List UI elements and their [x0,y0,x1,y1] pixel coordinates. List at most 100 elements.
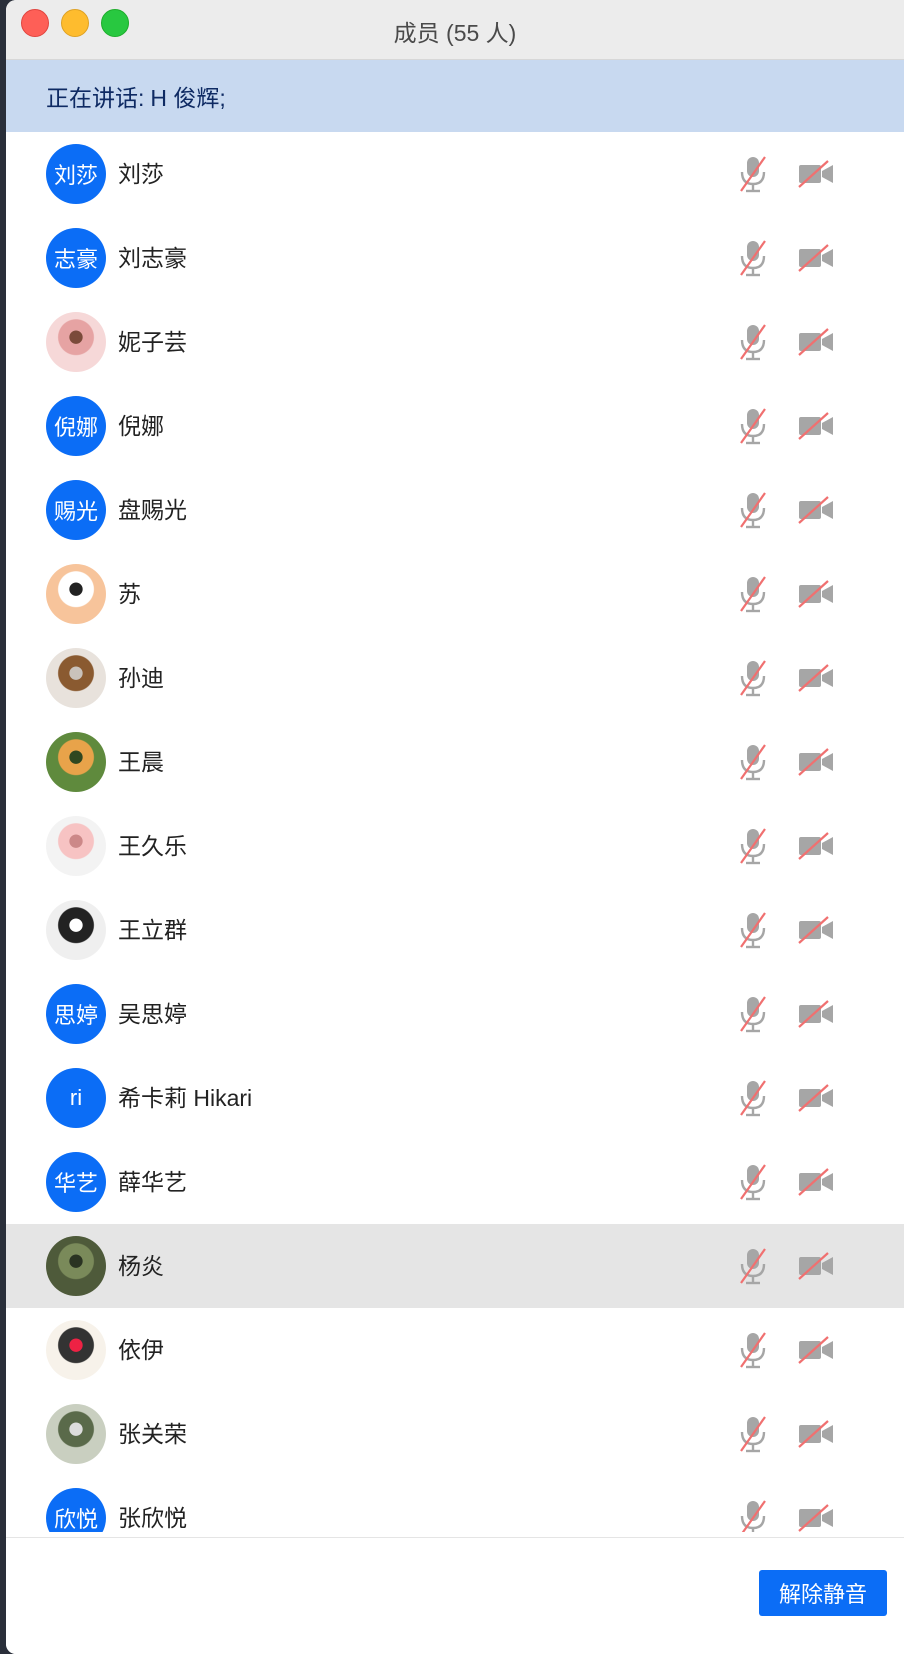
avatar-initials: ri [69,1085,83,1110]
camera-off-icon[interactable] [798,832,834,860]
member-row[interactable]: 华艺 薛华艺 [6,1140,904,1224]
avatar-initials: 华艺 [53,1171,98,1196]
member-row[interactable]: 张关荣 [6,1392,904,1476]
mic-muted-icon[interactable] [738,658,768,698]
camera-off-icon[interactable] [798,160,834,188]
camera-off-icon[interactable] [798,1336,834,1364]
member-row[interactable]: 思婷 吴思婷 [6,972,904,1056]
member-row[interactable]: 王久乐 [6,804,904,888]
member-row[interactable]: 杨炎 [6,1224,904,1308]
mic-muted-icon[interactable] [738,154,768,194]
camera-off-icon[interactable] [798,1420,834,1448]
footer-bar: 解除静音 [6,1537,904,1654]
member-name: 杨炎 [118,1253,164,1279]
mic-muted-icon[interactable] [738,994,768,1034]
mic-muted-icon[interactable] [738,1078,768,1118]
member-name: 薛华艺 [118,1169,187,1195]
avatar-initials: 倪娜 [53,415,98,440]
avatar [46,564,106,624]
member-name: 张关荣 [118,1421,187,1447]
avatar: 志豪 [46,228,106,288]
member-name: 依伊 [118,1337,164,1363]
mic-muted-icon[interactable] [738,1162,768,1202]
member-row[interactable]: 王立群 [6,888,904,972]
mic-muted-icon[interactable] [738,742,768,782]
member-name: 王晨 [118,749,164,775]
mic-muted-icon[interactable] [738,490,768,530]
avatar: 赐光 [46,480,106,540]
avatar [46,1236,106,1296]
member-name: 王久乐 [118,833,187,859]
member-name: 倪娜 [118,413,164,439]
title-bar: 成员 (55 人) [6,0,904,60]
member-row[interactable]: 妮子芸 [6,300,904,384]
member-row[interactable]: 赐光 盘赐光 [6,468,904,552]
member-row[interactable]: 倪娜 倪娜 [6,384,904,468]
window-title: 成员 (55 人) [393,20,517,46]
member-row[interactable]: 欣悦 张欣悦 [6,1476,904,1532]
member-name: 孙迪 [118,665,164,691]
mic-muted-icon[interactable] [738,826,768,866]
avatar-initials: 赐光 [53,499,98,524]
mic-muted-icon[interactable] [738,574,768,614]
avatar [46,1404,106,1464]
mic-muted-icon[interactable] [738,406,768,446]
avatar: 华艺 [46,1152,106,1212]
member-name: 吴思婷 [118,1001,187,1027]
member-name: 盘赐光 [118,497,187,523]
avatar: 思婷 [46,984,106,1044]
members-window: 成员 (55 人) 正在讲话: H 俊辉; 刘莎 刘莎 志豪 刘志豪 妮子芸 倪… [6,0,904,1654]
avatar: ri [46,1068,106,1128]
member-row[interactable]: 志豪 刘志豪 [6,216,904,300]
avatar [46,312,106,372]
camera-off-icon[interactable] [798,748,834,776]
member-name: 妮子芸 [118,329,187,355]
camera-off-icon[interactable] [798,244,834,272]
avatar: 刘莎 [46,144,106,204]
mic-muted-icon[interactable] [738,1498,768,1532]
member-row[interactable]: ri 希卡莉 Hikari [6,1056,904,1140]
member-row[interactable]: 王晨 [6,720,904,804]
avatar [46,1320,106,1380]
avatar [46,816,106,876]
member-row[interactable]: 依伊 [6,1308,904,1392]
avatar [46,900,106,960]
member-name: 刘莎 [118,161,164,187]
avatar: 欣悦 [46,1488,106,1532]
mic-muted-icon[interactable] [738,322,768,362]
mic-muted-icon[interactable] [738,1246,768,1286]
member-name: 王立群 [118,917,187,943]
member-row[interactable]: 苏 [6,552,904,636]
member-name: 张欣悦 [118,1505,187,1531]
camera-off-icon[interactable] [798,412,834,440]
avatar: 倪娜 [46,396,106,456]
member-name: 刘志豪 [118,245,187,271]
camera-off-icon[interactable] [798,1000,834,1028]
member-list: 刘莎 刘莎 志豪 刘志豪 妮子芸 倪娜 倪娜 赐光 盘赐光 苏 孙迪 王晨 王久… [6,132,904,1532]
camera-off-icon[interactable] [798,664,834,692]
member-name: 苏 [118,581,141,607]
camera-off-icon[interactable] [798,1084,834,1112]
speaking-names: H 俊辉; [150,85,226,111]
member-row[interactable]: 孙迪 [6,636,904,720]
avatar-initials: 思婷 [53,1003,98,1028]
speaking-label: 正在讲话: [46,85,145,111]
camera-off-icon[interactable] [798,580,834,608]
unmute-all-button[interactable]: 解除静音 [759,1570,887,1616]
speaking-banner: 正在讲话: H 俊辉; [6,60,904,132]
avatar-initials: 刘莎 [53,163,98,188]
mic-muted-icon[interactable] [738,910,768,950]
mic-muted-icon[interactable] [738,238,768,278]
avatar [46,648,106,708]
camera-off-icon[interactable] [798,496,834,524]
mic-muted-icon[interactable] [738,1330,768,1370]
camera-off-icon[interactable] [798,916,834,944]
avatar [46,732,106,792]
camera-off-icon[interactable] [798,1504,834,1532]
mic-muted-icon[interactable] [738,1414,768,1454]
camera-off-icon[interactable] [798,1168,834,1196]
camera-off-icon[interactable] [798,328,834,356]
avatar-initials: 志豪 [53,247,98,272]
camera-off-icon[interactable] [798,1252,834,1280]
member-row[interactable]: 刘莎 刘莎 [6,132,904,216]
